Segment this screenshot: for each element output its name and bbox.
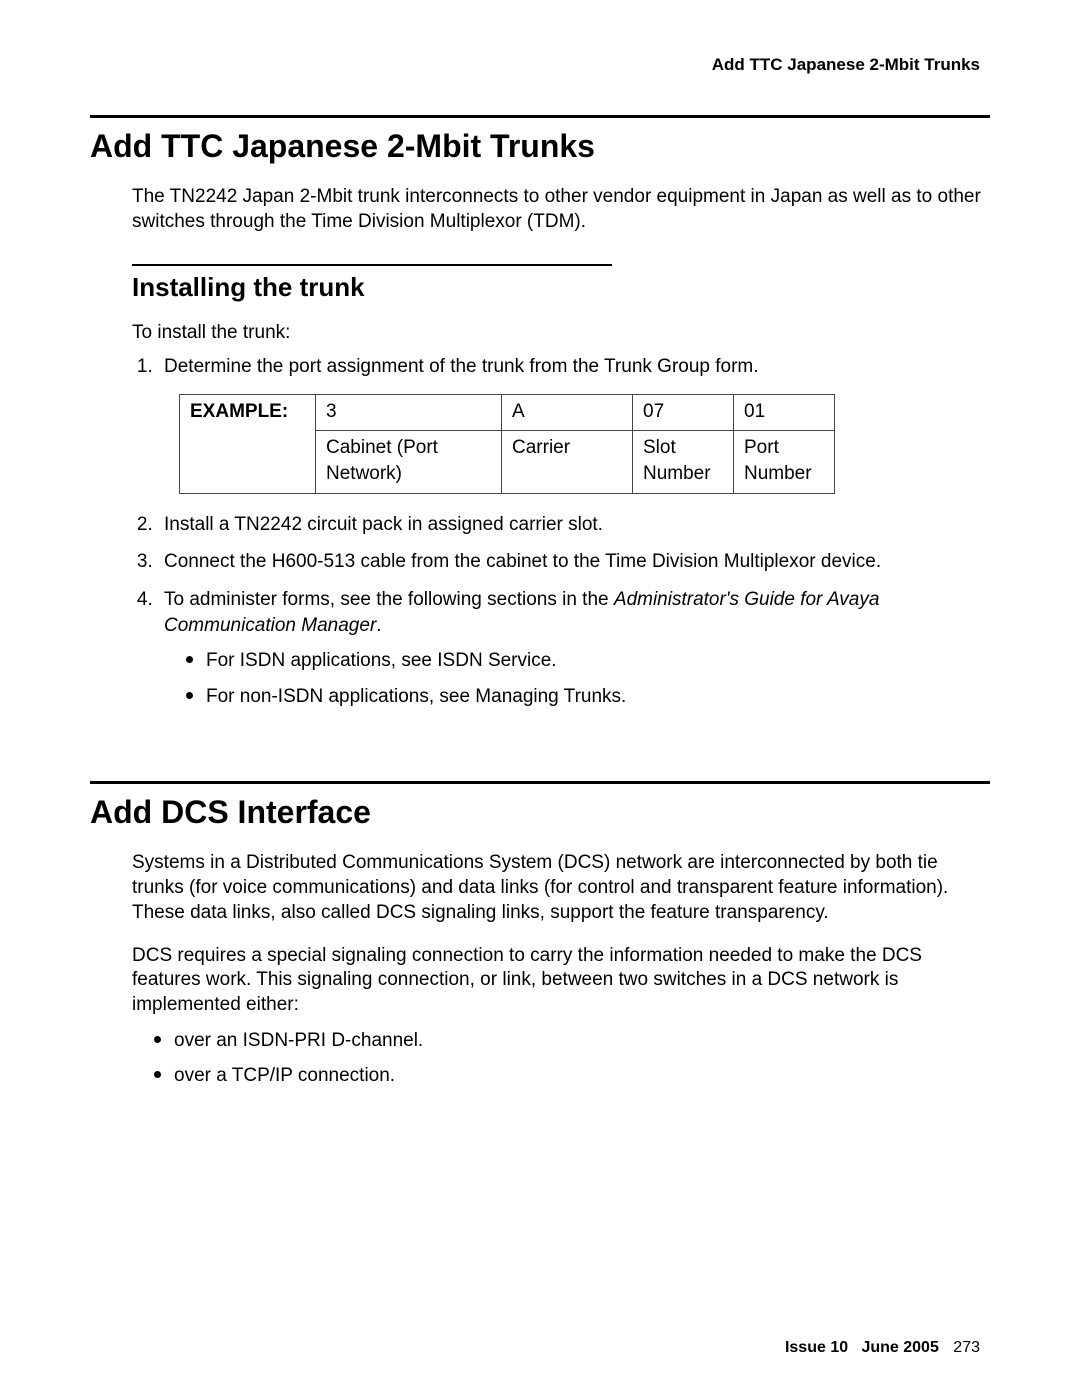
section2-body: Systems in a Distributed Communications … [132,851,990,1088]
step-1: Determine the port assignment of the tru… [158,354,990,494]
install-steps-list: Determine the port assignment of the tru… [132,354,990,709]
subsection-title-installing: Installing the trunk [132,272,990,303]
intro-paragraph: The TN2242 Japan 2-Mbit trunk interconne… [132,185,990,234]
step-2: Install a TN2242 circuit pack in assigne… [158,512,990,538]
list-item: For non-ISDN applications, see Managing … [186,684,990,710]
running-head: Add TTC Japanese 2-Mbit Trunks [90,55,980,75]
section-rule [90,781,990,784]
section1-body: The TN2242 Japan 2-Mbit trunk interconne… [132,185,990,709]
table-row: EXAMPLE: 3 A 07 01 [180,394,835,431]
page: Add TTC Japanese 2-Mbit Trunks Add TTC J… [0,0,1080,1397]
table-cell: 07 [633,394,734,431]
footer-page-number: 273 [953,1339,980,1356]
section-rule [90,115,990,118]
table-cell: Cabinet (Port Network) [316,431,502,493]
page-footer: Issue 10 June 2005 273 [785,1339,980,1357]
table-cell: Carrier [502,431,633,493]
example-table: EXAMPLE: 3 A 07 01 Cabinet (Port Network… [179,394,835,494]
step-4-post: . [376,615,381,636]
table-cell: 3 [316,394,502,431]
section-title-dcs: Add DCS Interface [90,794,990,831]
step-4: To administer forms, see the following s… [158,587,990,710]
list-item: over a TCP/IP connection. [154,1063,990,1089]
list-item: over an ISDN-PRI D-channel. [154,1028,990,1054]
footer-issue: Issue 10 [785,1339,848,1356]
step-4-bullets: For ISDN applications, see ISDN Service.… [164,648,990,709]
step-1-text: Determine the port assignment of the tru… [164,356,759,377]
dcs-paragraph-2: DCS requires a special signaling connect… [132,944,990,1018]
section-title-ttc: Add TTC Japanese 2-Mbit Trunks [90,128,990,165]
dcs-bullets: over an ISDN-PRI D-channel. over a TCP/I… [132,1028,990,1089]
table-cell: 01 [734,394,835,431]
example-label-cell: EXAMPLE: [180,394,316,493]
step-3: Connect the H600-513 cable from the cabi… [158,549,990,575]
table-cell: Port Number [734,431,835,493]
footer-date: June 2005 [861,1339,938,1356]
dcs-paragraph-1: Systems in a Distributed Communications … [132,851,990,925]
subsection-rule [132,264,612,266]
table-cell: Slot Number [633,431,734,493]
lead-in-text: To install the trunk: [132,321,990,346]
list-item: For ISDN applications, see ISDN Service. [186,648,990,674]
step-4-pre: To administer forms, see the following s… [164,589,614,610]
table-cell: A [502,394,633,431]
